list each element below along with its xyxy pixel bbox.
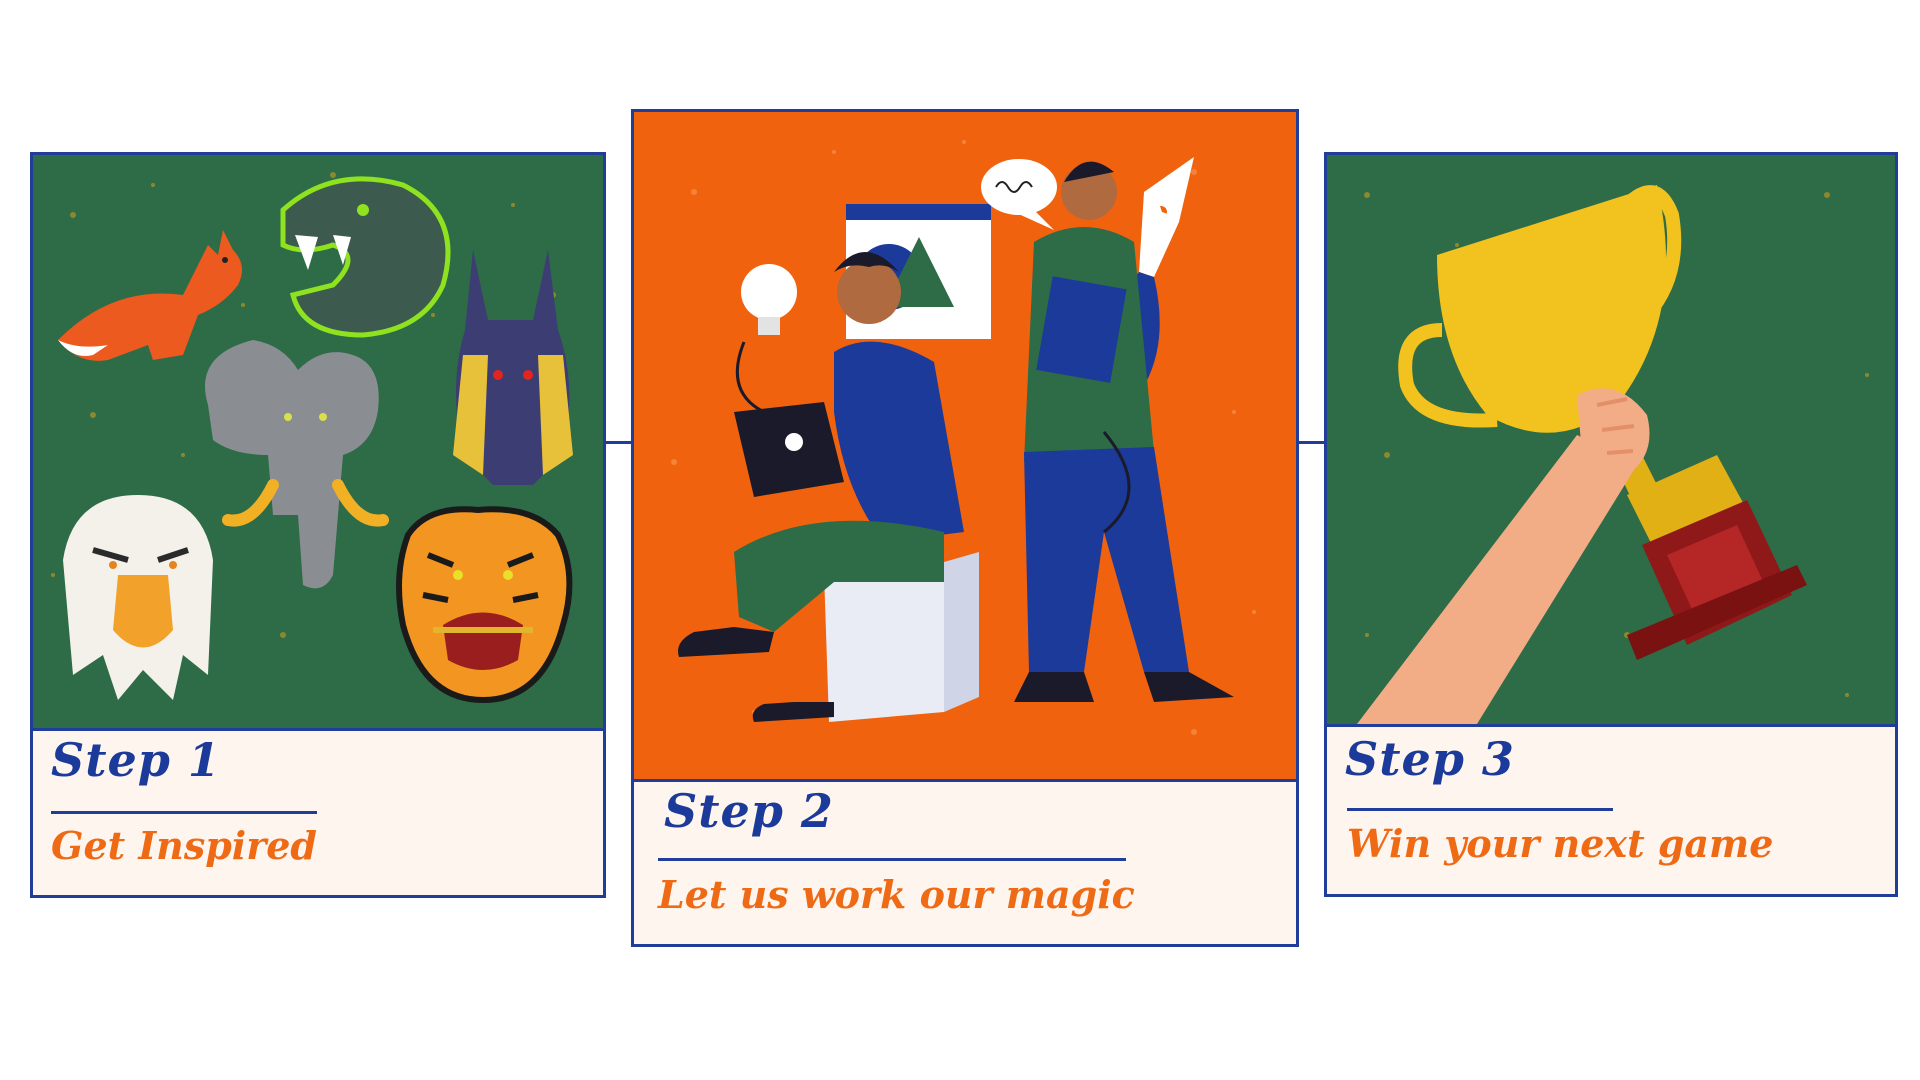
step-title-1: Step 1 (51, 733, 221, 787)
connector-line-left (604, 441, 634, 444)
step-card-3: Step 3 Win your next game (1324, 152, 1898, 897)
animal-mascots-illustration (33, 155, 603, 731)
step-divider-1 (51, 811, 317, 814)
tiger-mascot (396, 506, 573, 704)
step-divider-3 (1347, 808, 1613, 811)
snake-mascot (280, 176, 451, 338)
step-title-3: Step 3 (1345, 732, 1515, 786)
step-text-2: Let us work our magic (658, 872, 1135, 917)
step-card-1: Step 1 Get Inspired (30, 152, 606, 898)
trophy-in-hand-illustration (1327, 155, 1895, 727)
step-text-1: Get Inspired (51, 823, 317, 868)
step-title-2: Step 2 (664, 784, 834, 838)
step-text-3: Win your next game (1347, 821, 1774, 866)
step-card-2: Step 2 Let us work our magic (631, 109, 1299, 947)
designers-working-illustration (634, 112, 1296, 782)
step-divider-2 (658, 858, 1126, 861)
